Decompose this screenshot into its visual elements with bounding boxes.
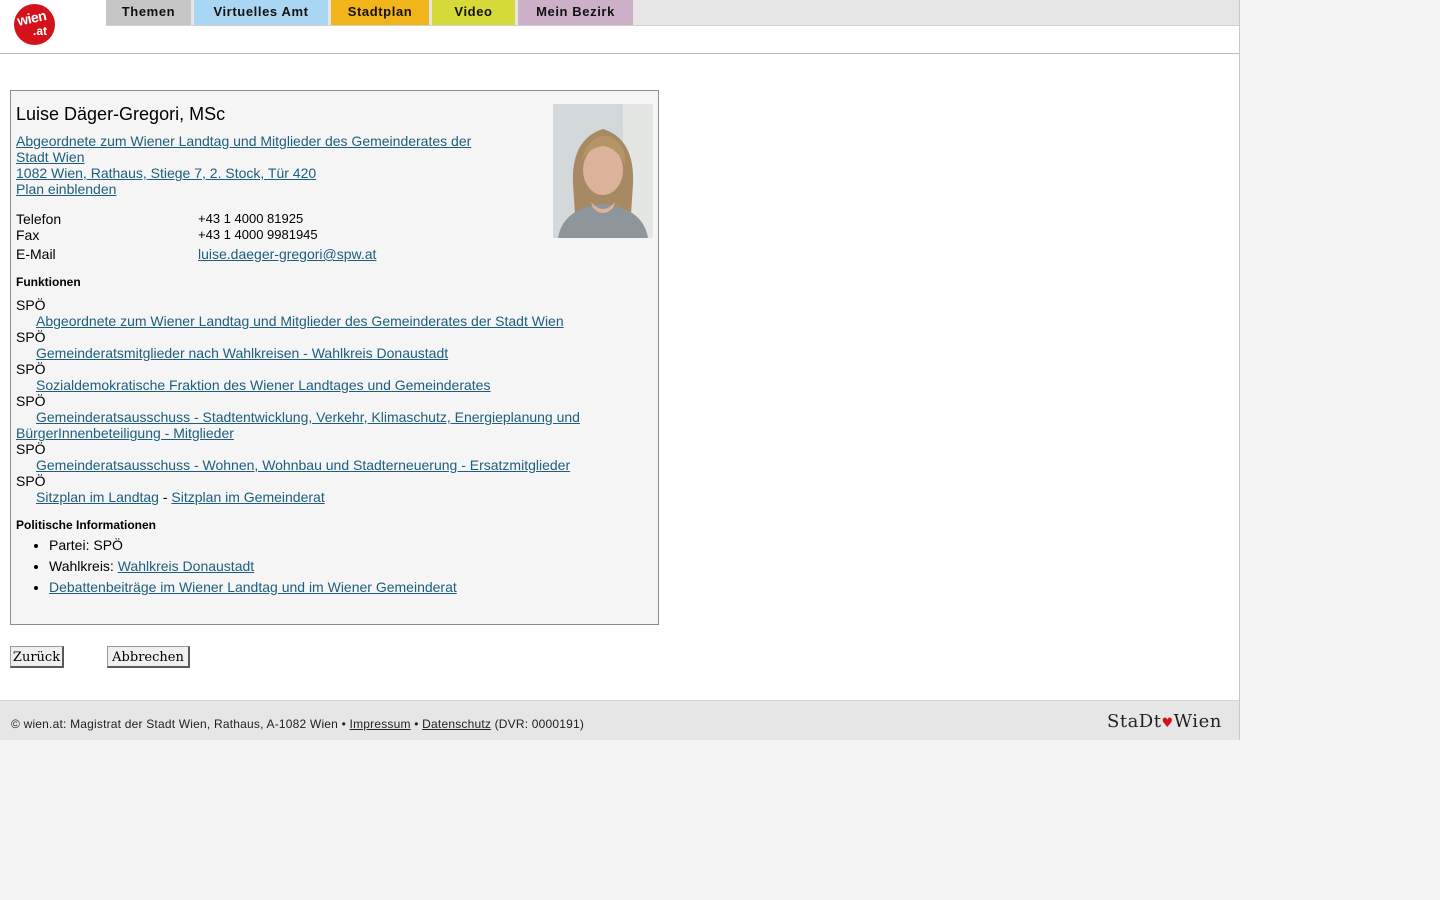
role-link-line2[interactable]: Stadt Wien	[16, 149, 84, 165]
function-party: SPÖ	[16, 297, 46, 313]
function-link-ausschuss-wohnen[interactable]: Gemeinderatsausschuss - Wohnen, Wohnbau …	[36, 457, 570, 473]
person-name: Luise Däger-Gregori, MSc	[16, 104, 226, 124]
page: wien .at Themen Virtuelles Amt Stadtplan…	[0, 0, 1240, 740]
function-party: SPÖ	[16, 441, 46, 457]
political-heading: Politische Informationen	[16, 518, 157, 532]
function-party: SPÖ	[16, 329, 46, 345]
person-photo	[553, 104, 653, 238]
nav-tab-video[interactable]: Video	[432, 0, 515, 25]
party-text: Partei: SPÖ	[49, 537, 123, 553]
functions-heading: Funktionen	[16, 275, 81, 289]
function-link-ausschuss-stadtentwicklung-cont[interactable]: BürgerInnenbeteiligung - Mitglieder	[16, 425, 234, 441]
function-party: SPÖ	[16, 473, 46, 489]
function-link-fraktion[interactable]: Sozialdemokratische Fraktion des Wiener …	[36, 377, 490, 393]
function-party: SPÖ	[16, 361, 46, 377]
function-link-ausschuss-stadtentwicklung[interactable]: Gemeinderatsausschuss - Stadtentwicklung…	[36, 409, 580, 425]
role-link-line1[interactable]: Abgeordnete zum Wiener Landtag und Mitgl…	[16, 133, 471, 149]
phone-label: Telefon	[16, 211, 62, 227]
address-link[interactable]: 1082 Wien, Rathaus, Stiege 7, 2. Stock, …	[16, 165, 316, 181]
sitzplan-separator: -	[162, 489, 168, 505]
email-label: E-Mail	[16, 246, 56, 262]
header: wien .at Themen Virtuelles Amt Stadtplan…	[0, 0, 1239, 54]
footer-separator: •	[410, 717, 423, 731]
debates-link[interactable]: Debattenbeiträge im Wiener Landtag und i…	[49, 579, 457, 595]
nav-tab-mein-bezirk[interactable]: Mein Bezirk	[518, 0, 633, 25]
datenschutz-link[interactable]: Datenschutz	[422, 717, 491, 731]
fax-label: Fax	[16, 227, 40, 243]
person-card: Luise Däger-Gregori, MSc Abgeordnete zum…	[10, 90, 659, 625]
nav-tab-themen[interactable]: Themen	[106, 0, 191, 25]
footer-dvr: (DVR: 0000191)	[491, 717, 585, 731]
sitzplan-gemeinderat-link[interactable]: Sitzplan im Gemeinderat	[171, 489, 324, 505]
political-info-list: Partei: SPÖ Wahlkreis: Wahlkreis Donaust…	[27, 537, 457, 600]
wahlkreis-link[interactable]: Wahlkreis Donaustadt	[118, 558, 254, 574]
function-link-landtag[interactable]: Abgeordnete zum Wiener Landtag und Mitgl…	[36, 313, 564, 329]
phone-value: +43 1 4000 81925	[198, 211, 304, 226]
footer-text: © wien.at: Magistrat der Stadt Wien, Rat…	[11, 717, 584, 731]
nav-tab-stadtplan[interactable]: Stadtplan	[331, 0, 429, 25]
function-link-wahlkreis[interactable]: Gemeinderatsmitglieder nach Wahlkreisen …	[36, 345, 448, 361]
stadt-wien-logo[interactable]: StaDt♥Wien	[1107, 711, 1222, 732]
nav-tab-virtuelles-amt[interactable]: Virtuelles Amt	[194, 0, 328, 25]
function-party: SPÖ	[16, 393, 46, 409]
wien-shield-icon: ♥	[1161, 716, 1174, 731]
list-item: Wahlkreis: Wahlkreis Donaustadt	[49, 558, 457, 574]
fax-value: +43 1 4000 9981945	[198, 227, 318, 242]
wahlkreis-label: Wahlkreis:	[49, 558, 118, 574]
sitzplan-row: Sitzplan im Landtag - Sitzplan im Gemein…	[36, 489, 325, 505]
list-item: Partei: SPÖ	[49, 537, 457, 553]
footer-copyright: © wien.at: Magistrat der Stadt Wien, Rat…	[11, 717, 350, 731]
wien-at-logo[interactable]: wien .at	[14, 4, 55, 45]
email-link[interactable]: luise.daeger-gregori@spw.at	[198, 246, 376, 262]
impressum-link[interactable]: Impressum	[350, 717, 411, 731]
logo-text-at: .at	[33, 24, 48, 38]
show-map-link[interactable]: Plan einblenden	[16, 181, 116, 197]
sitzplan-landtag-link[interactable]: Sitzplan im Landtag	[36, 489, 159, 505]
main-nav: Themen Virtuelles Amt Stadtplan Video Me…	[106, 0, 1239, 26]
stadt-wien-text-left: StaDt	[1107, 711, 1162, 732]
footer: © wien.at: Magistrat der Stadt Wien, Rat…	[0, 700, 1239, 740]
cancel-button[interactable]: Abbrechen	[107, 646, 190, 668]
list-item: Debattenbeiträge im Wiener Landtag und i…	[49, 579, 457, 595]
stadt-wien-text-right: Wien	[1173, 711, 1222, 732]
back-button[interactable]: Zurück	[10, 646, 64, 668]
